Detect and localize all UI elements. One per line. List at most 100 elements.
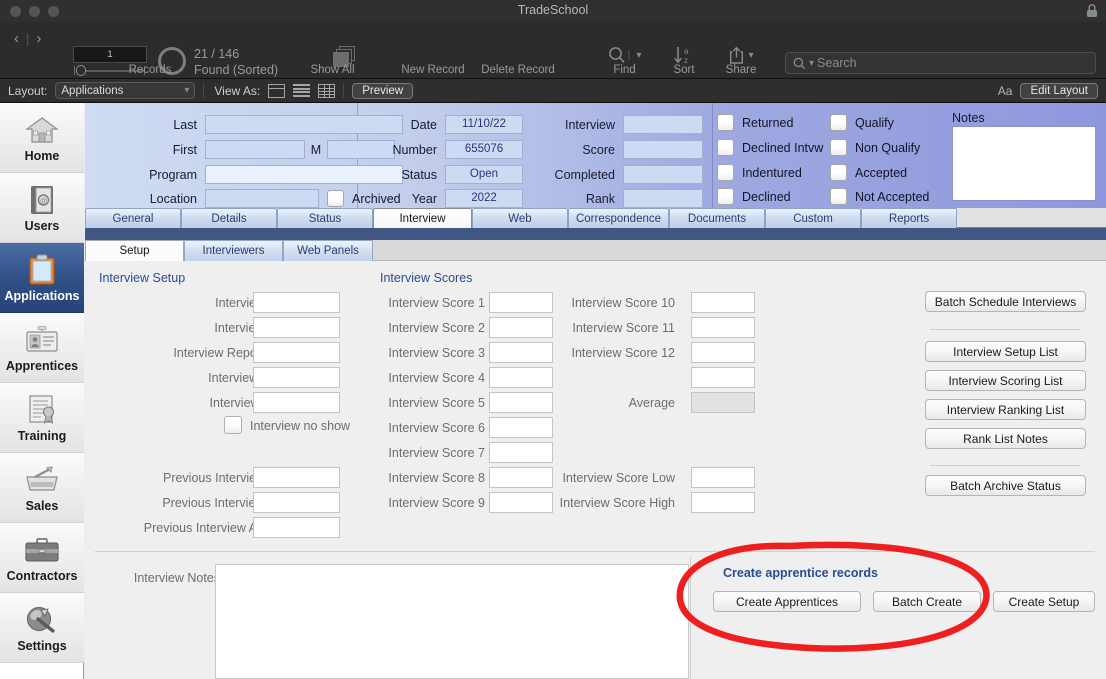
program-input[interactable] (205, 165, 403, 184)
interview-score-6-input[interactable] (489, 417, 553, 438)
interview-no-show-checkbox[interactable] (224, 416, 242, 434)
share-icon-wrap[interactable]: ▾ (728, 46, 754, 65)
view-as-form-icon[interactable] (268, 83, 286, 98)
sidebar-item-sales[interactable]: Sales (0, 453, 84, 523)
completed-input[interactable] (623, 165, 703, 184)
sidebar-item-training[interactable]: Training (0, 383, 84, 453)
interview-score-5-input[interactable] (489, 392, 553, 413)
batch-create-button[interactable]: Batch Create (873, 591, 981, 612)
checkbox-row-not-accepted[interactable]: Not Accepted (830, 188, 929, 205)
interview-score-extra-input[interactable] (691, 367, 755, 388)
layout-chevron-down-icon: ▾ (184, 85, 190, 96)
record-navigation[interactable]: ‹ | › (14, 30, 41, 47)
interview-notes-textarea[interactable] (215, 564, 689, 679)
returned-label: Returned (742, 115, 794, 130)
sidebar-item-home[interactable]: Home (0, 103, 84, 173)
sort-button[interactable]: a z Sort (655, 22, 713, 79)
interview-score-high-input[interactable] (691, 492, 755, 513)
lock-icon[interactable] (1086, 4, 1098, 18)
notes-textarea[interactable] (952, 126, 1096, 201)
sidebar-item-apprentices[interactable]: Apprentices (0, 313, 84, 383)
interview-score-low-input[interactable] (691, 467, 755, 488)
interview-scoring-list-button[interactable]: Interview Scoring List (925, 370, 1086, 391)
sidebar-item-users[interactable]: @ Users (0, 173, 84, 243)
not-accepted-checkbox[interactable] (830, 188, 847, 205)
tab-status[interactable]: Status (277, 208, 373, 228)
sidebar-item-contractors[interactable]: Contractors (0, 523, 84, 593)
tab-reports[interactable]: Reports (861, 208, 957, 228)
slider-knob[interactable] (76, 65, 86, 76)
search-chevron-down-icon[interactable]: ▾ (809, 58, 814, 69)
batch-schedule-interviews-button[interactable]: Batch Schedule Interviews (925, 291, 1086, 312)
year-input[interactable]: 2022 (445, 189, 523, 208)
date-input[interactable]: 11/10/22 (445, 115, 523, 134)
first-input[interactable] (205, 140, 305, 159)
show-all-button[interactable]: Show All (285, 22, 380, 79)
tab-interview[interactable]: Interview (373, 208, 472, 228)
number-input[interactable]: 655076 (445, 140, 523, 159)
declined-intvw-checkbox[interactable] (717, 139, 734, 156)
chevron-down-icon[interactable]: ▾ (636, 50, 641, 61)
last-input[interactable] (205, 115, 403, 134)
find-icon-wrap[interactable]: | ▾ (608, 46, 641, 64)
qualify-checkbox[interactable] (830, 114, 847, 131)
create-apprentices-button[interactable]: Create Apprentices (713, 591, 861, 612)
interview-input[interactable] (623, 115, 703, 134)
view-as-list-icon[interactable] (293, 84, 311, 98)
status-input[interactable]: Open (445, 165, 523, 184)
checkbox-row-accepted[interactable]: Accepted (830, 164, 907, 181)
tab-details[interactable]: Details (181, 208, 277, 228)
rank-input[interactable] (623, 189, 703, 208)
interview-setup-list-button[interactable]: Interview Setup List (925, 341, 1086, 362)
sidebar-item-settings[interactable]: Settings (0, 593, 84, 663)
tab-correspondence[interactable]: Correspondence (568, 208, 669, 228)
checkbox-row-qualify[interactable]: Qualify (830, 114, 894, 131)
non-qualify-checkbox[interactable] (830, 139, 847, 156)
view-as-table-icon[interactable] (318, 83, 336, 98)
batch-archive-status-button[interactable]: Batch Archive Status (925, 475, 1086, 496)
previous-record-icon[interactable]: ‹ (14, 30, 19, 47)
indentured-checkbox[interactable] (717, 164, 734, 181)
share-button[interactable]: ▾ Share (710, 22, 772, 79)
checkbox-row-non-qualify[interactable]: Non Qualify (830, 139, 920, 156)
preview-button[interactable]: Preview (352, 82, 414, 99)
edit-layout-button[interactable]: Edit Layout (1020, 82, 1098, 99)
find-button[interactable]: | ▾ Find (592, 22, 657, 79)
tab-custom[interactable]: Custom (765, 208, 861, 228)
tab-general[interactable]: General (85, 208, 181, 228)
interview-ranking-list-button[interactable]: Interview Ranking List (925, 399, 1086, 420)
search-input[interactable]: Search (817, 56, 857, 70)
new-record-button[interactable]: New Record (385, 22, 481, 79)
archived-checkbox[interactable] (327, 190, 344, 207)
interview-score-11-input[interactable] (691, 317, 755, 338)
checkbox-row-returned[interactable]: Returned (717, 114, 793, 131)
search-box[interactable]: ▾ Search (785, 52, 1096, 74)
create-setup-button[interactable]: Create Setup (993, 591, 1095, 612)
tab-web[interactable]: Web (472, 208, 568, 228)
previous-interview-average-input[interactable] (253, 517, 340, 538)
location-input[interactable] (205, 189, 319, 208)
checkbox-row-declined-intvw[interactable]: Declined Intvw (717, 139, 823, 156)
delete-record-button[interactable]: Delete Record (468, 22, 568, 79)
interview-score-10-input[interactable] (691, 292, 755, 313)
found-status-text: Found (Sorted) (194, 63, 279, 77)
layout-select[interactable]: Applications ▾ (55, 82, 196, 99)
share-chevron-down-icon[interactable]: ▾ (748, 50, 753, 61)
subtab-interviewers[interactable]: Interviewers (184, 240, 283, 261)
interview-score-7-input[interactable] (489, 442, 553, 463)
rank-list-notes-button[interactable]: Rank List Notes (925, 428, 1086, 449)
tab-documents[interactable]: Documents (669, 208, 765, 228)
checkbox-row-declined[interactable]: Declined (717, 188, 791, 205)
score-input[interactable] (623, 140, 703, 159)
accepted-checkbox[interactable] (830, 164, 847, 181)
checkbox-row-indentured[interactable]: Indentured (717, 164, 802, 181)
text-format-icon[interactable]: Aa (998, 84, 1013, 98)
sidebar-item-applications[interactable]: Applications (0, 243, 84, 313)
subtab-web-panels[interactable]: Web Panels (283, 240, 373, 261)
next-record-icon[interactable]: › (36, 30, 41, 47)
interview-score-12-input[interactable] (691, 342, 755, 363)
returned-checkbox[interactable] (717, 114, 734, 131)
declined-checkbox[interactable] (717, 188, 734, 205)
subtab-setup[interactable]: Setup (85, 240, 184, 261)
interview-score-4-input[interactable] (489, 367, 553, 388)
